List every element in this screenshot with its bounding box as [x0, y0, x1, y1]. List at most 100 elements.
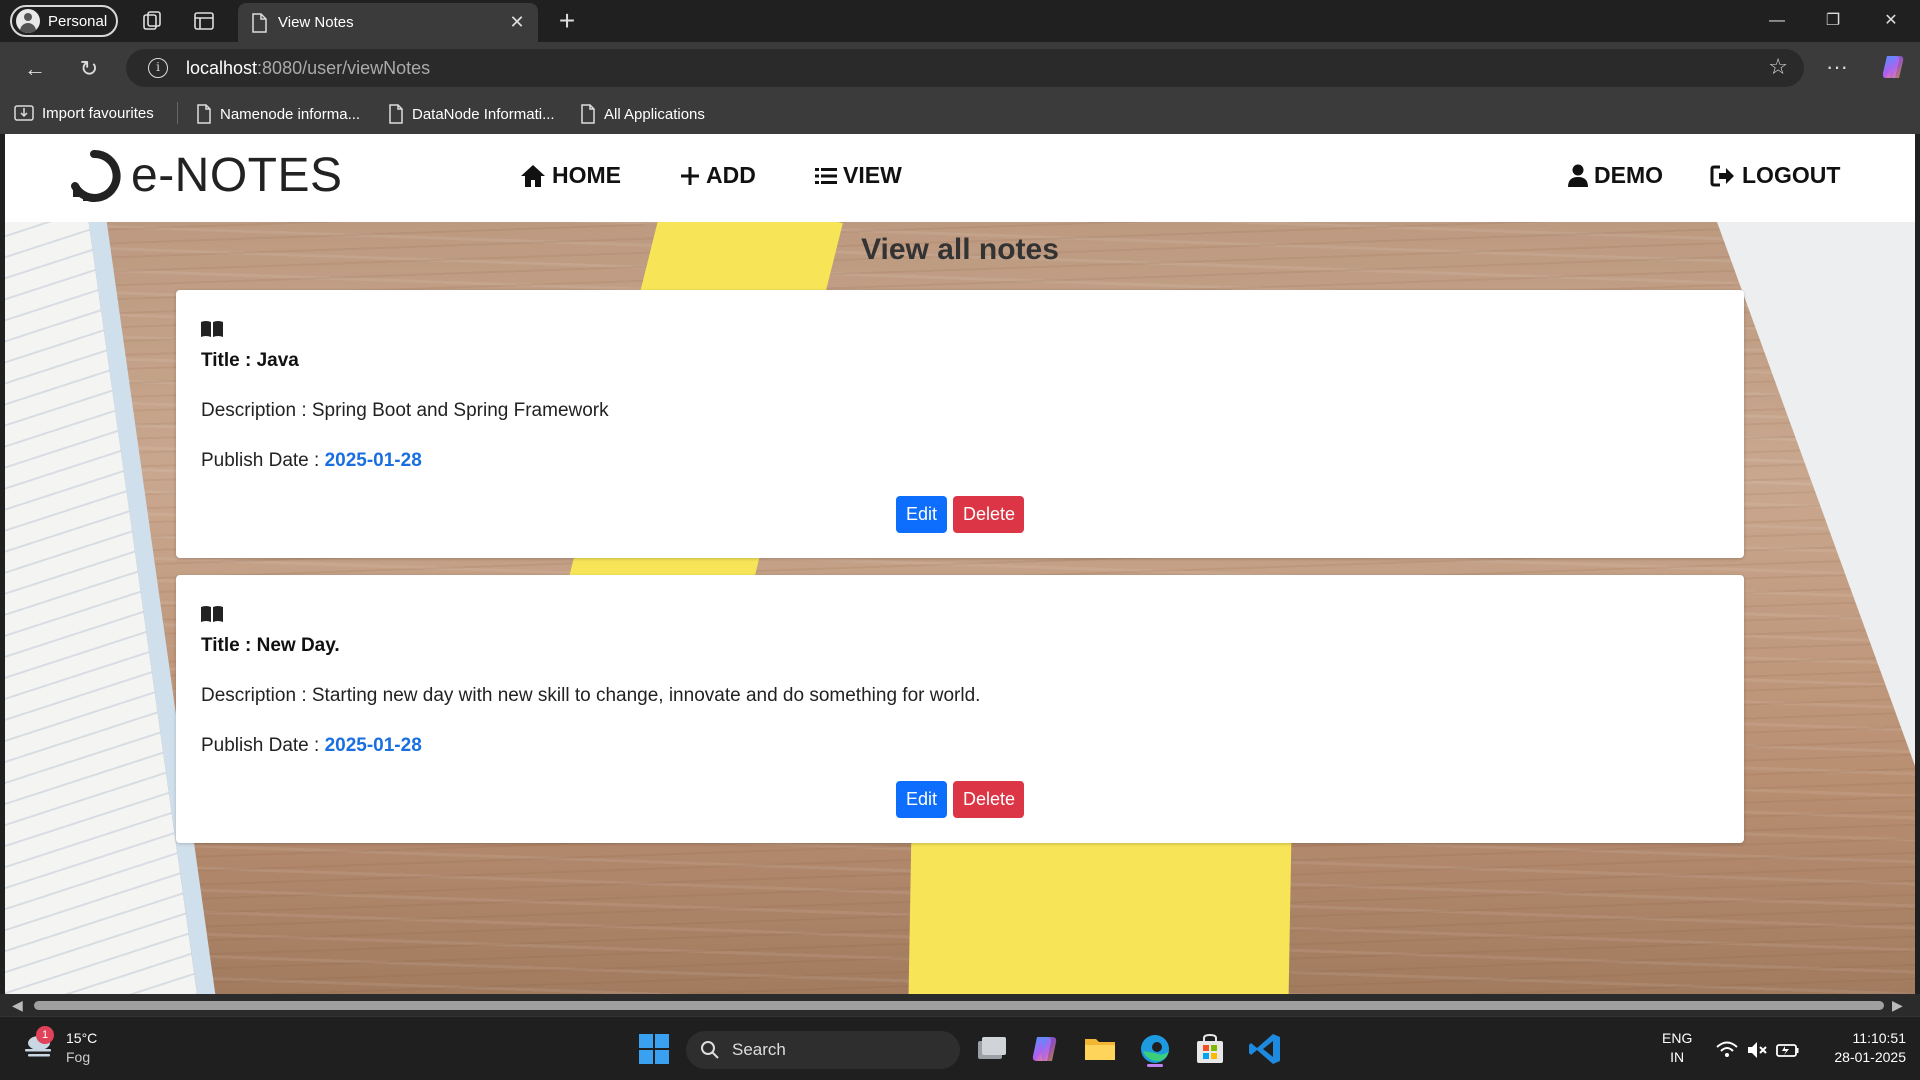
delete-button[interactable]: Delete: [953, 781, 1024, 818]
close-tab-icon[interactable]: ✕: [506, 11, 528, 33]
weather-description: Fog: [66, 1049, 91, 1065]
nav-add[interactable]: ADD: [680, 162, 756, 189]
language-region: IN: [1670, 1049, 1685, 1065]
url-field[interactable]: i localhost:8080/user/viewNotes ☆: [126, 49, 1804, 87]
microsoft-store-icon[interactable]: [1192, 1031, 1228, 1067]
minimize-icon[interactable]: —: [1752, 6, 1802, 36]
search-label: Search: [732, 1040, 786, 1059]
nav-user[interactable]: DEMO: [1568, 162, 1663, 189]
page-title: View all notes: [861, 233, 1059, 266]
import-icon: [14, 105, 34, 121]
copilot-taskbar-icon[interactable]: [1027, 1031, 1063, 1067]
edit-button[interactable]: Edit: [896, 496, 947, 533]
plus-icon: [681, 166, 699, 185]
nav-logout[interactable]: LOGOUT: [1710, 162, 1840, 189]
delete-button[interactable]: Delete: [953, 496, 1024, 533]
windows-start-icon[interactable]: [636, 1031, 672, 1067]
address-bar-row: ← ↻ i localhost:8080/user/viewNotes ☆ ··…: [0, 42, 1920, 94]
note-card: Title : Java Description : Spring Boot a…: [176, 290, 1744, 558]
workspaces-icon[interactable]: [140, 9, 164, 33]
page-icon: [581, 104, 595, 124]
url-path: :8080/user/viewNotes: [257, 57, 431, 78]
nav-logout-label: LOGOUT: [1742, 162, 1841, 188]
weather-alert-badge: 1: [36, 1026, 54, 1044]
restore-icon[interactable]: ❐: [1808, 6, 1858, 36]
bookmark-label: Import favourites: [42, 104, 154, 122]
page-icon: [389, 104, 403, 124]
note-description: Description : Starting new day with new …: [201, 685, 981, 706]
bookmark-label: Namenode informa...: [220, 105, 361, 123]
note-publish-date: Publish Date : 2025-01-28: [201, 735, 422, 757]
profile-button[interactable]: Personal: [10, 5, 118, 37]
volume-muted-icon[interactable]: [1746, 1039, 1768, 1061]
site-info-icon[interactable]: i: [148, 58, 168, 78]
page-icon: [252, 13, 267, 33]
bookmark-datanode[interactable]: DataNode Informati...: [388, 104, 555, 124]
scroll-right-icon[interactable]: ▶: [1892, 997, 1903, 1014]
list-icon: [815, 167, 837, 184]
taskbar-search[interactable]: Search: [686, 1031, 960, 1069]
publish-date-value: 2025-01-28: [324, 450, 422, 471]
app-navbar: e-NOTES HOME ADD VIEW DEMO LOGOUT: [5, 134, 1915, 222]
scroll-left-icon[interactable]: ◀: [12, 997, 23, 1014]
note-title: Title : New Day.: [201, 635, 340, 656]
edge-browser-icon[interactable]: [1137, 1031, 1173, 1067]
brand[interactable]: e-NOTES: [67, 148, 343, 203]
taskbar: 1 15°C Fog Search ENG IN 11:10:51 28-01-…: [0, 1016, 1920, 1080]
publish-date-label: Publish Date :: [201, 450, 325, 471]
tab-view-notes[interactable]: View Notes ✕: [238, 3, 538, 42]
user-icon: [1568, 164, 1588, 187]
more-options-icon[interactable]: ···: [1822, 54, 1852, 80]
wifi-icon[interactable]: [1716, 1039, 1738, 1061]
brand-name: e-NOTES: [131, 149, 343, 202]
page-icon: [197, 104, 211, 124]
profile-avatar-icon: [16, 9, 40, 33]
bookmark-namenode[interactable]: Namenode informa...: [196, 104, 360, 124]
favorite-star-icon[interactable]: ☆: [1768, 54, 1788, 80]
close-window-icon[interactable]: ✕: [1866, 6, 1916, 36]
edit-button[interactable]: Edit: [896, 781, 947, 818]
vscode-icon[interactable]: [1247, 1031, 1283, 1067]
browser-tab-bar: Personal View Notes ✕ + — ❐ ✕: [0, 0, 1920, 42]
language-indicator[interactable]: ENG IN: [1662, 1029, 1692, 1067]
clock-date: 28-01-2025: [1834, 1049, 1906, 1065]
note-description: Description : Spring Boot and Spring Fra…: [201, 400, 609, 421]
home-icon: [521, 164, 545, 187]
task-view-icon[interactable]: [973, 1031, 1009, 1067]
file-explorer-icon[interactable]: [1082, 1031, 1118, 1067]
bookmarks-bar: Import favourites Namenode informa... Da…: [0, 94, 1920, 134]
book-icon: [201, 321, 223, 337]
nav-add-label: ADD: [706, 162, 756, 188]
scrollbar-thumb[interactable]: [34, 1001, 1884, 1010]
bookmark-label: All Applications: [604, 105, 705, 123]
nav-view[interactable]: VIEW: [815, 162, 902, 189]
language-code: ENG: [1662, 1030, 1693, 1046]
bookmark-separator: [177, 102, 178, 124]
logout-icon: [1710, 165, 1734, 186]
new-tab-icon[interactable]: +: [552, 6, 582, 36]
battery-icon[interactable]: [1776, 1039, 1800, 1061]
publish-date-label: Publish Date :: [201, 735, 325, 756]
tab-actions-icon[interactable]: [192, 9, 216, 33]
note-title: Title : Java: [201, 350, 299, 371]
nav-view-label: VIEW: [843, 162, 902, 188]
clock[interactable]: 11:10:51 28-01-2025: [1816, 1029, 1906, 1067]
nav-home[interactable]: HOME: [520, 162, 621, 189]
back-icon[interactable]: ←: [20, 54, 50, 84]
nav-home-label: HOME: [552, 162, 621, 188]
publish-date-value: 2025-01-28: [324, 735, 422, 756]
copilot-icon[interactable]: [1878, 52, 1908, 82]
brand-logo-icon: [71, 149, 121, 202]
url-host: localhost: [186, 57, 258, 78]
bookmark-label: DataNode Informati...: [412, 105, 555, 123]
profile-label: Personal: [48, 12, 108, 30]
weather-widget[interactable]: 1 15°C Fog: [22, 1026, 97, 1067]
book-icon: [201, 606, 223, 622]
tab-title: View Notes: [278, 14, 354, 31]
refresh-icon[interactable]: ↻: [74, 54, 104, 84]
nav-user-label: DEMO: [1594, 162, 1663, 188]
note-publish-date: Publish Date : 2025-01-28: [201, 450, 422, 472]
bookmark-all-applications[interactable]: All Applications: [580, 104, 705, 124]
horizontal-scrollbar[interactable]: ◀ ▶: [0, 994, 1920, 1016]
bookmark-import-favourites[interactable]: Import favourites: [14, 104, 154, 122]
